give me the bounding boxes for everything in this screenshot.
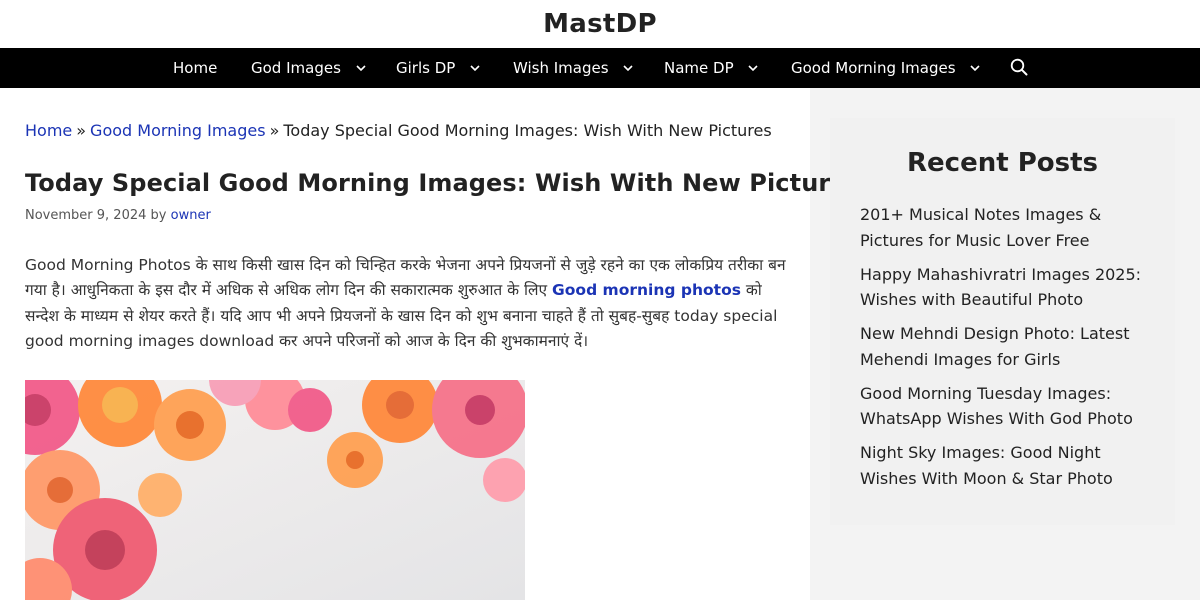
- post-title: Today Special Good Morning Images: Wish …: [25, 169, 862, 197]
- nav-item-label: Name DP: [664, 59, 734, 77]
- breadcrumb-category-link[interactable]: Good Morning Images: [90, 121, 266, 140]
- recent-posts-title: Recent Posts: [907, 148, 1098, 178]
- main-content: Home» Good Morning Images» Today Special G…: [0, 88, 861, 600]
- post-meta: November 9, 2024 by owner: [25, 208, 211, 223]
- recent-post-link[interactable]: Night Sky Images: Good Night Wishes With…: [860, 440, 1155, 491]
- nav-item-girls-dp[interactable]: Girls DP: [396, 48, 480, 88]
- breadcrumb-separator: »: [269, 121, 280, 140]
- nav-item-label: Wish Images: [513, 59, 609, 77]
- main-navigation: Home God Images Girls DP Wish Images Nam…: [0, 48, 1200, 88]
- post-body: Good Morning Photos के साथ किसी खास दिन …: [25, 253, 793, 354]
- recent-post-link[interactable]: Happy Mahashivratri Images 2025: Wishes …: [860, 262, 1155, 313]
- chevron-down-icon: [470, 47, 480, 87]
- breadcrumb-home-link[interactable]: Home: [25, 121, 72, 140]
- breadcrumb-current: Today Special Good Morning Images: Wish …: [283, 121, 772, 140]
- post-date: November 9, 2024: [25, 208, 147, 223]
- nav-item-home[interactable]: Home: [173, 48, 217, 88]
- post-author-link[interactable]: owner: [171, 208, 211, 223]
- breadcrumb-separator: »: [76, 121, 87, 140]
- nav-item-label: Good Morning Images: [791, 59, 956, 77]
- good-morning-photos-link[interactable]: Good morning photos: [552, 281, 741, 299]
- recent-posts-list: 201+ Musical Notes Images & Pictures for…: [860, 202, 1155, 500]
- recent-post-link[interactable]: New Mehndi Design Photo: Latest Mehendi …: [860, 321, 1155, 372]
- chevron-down-icon: [970, 47, 980, 87]
- nav-item-label: Home: [173, 59, 218, 77]
- featured-image[interactable]: [25, 380, 525, 600]
- breadcrumb: Home» Good Morning Images» Today Special G…: [25, 121, 772, 140]
- nav-item-wish-images[interactable]: Wish Images: [513, 48, 633, 88]
- sidebar: Recent Posts 201+ Musical Notes Images &…: [830, 118, 1175, 525]
- recent-post-link[interactable]: 201+ Musical Notes Images & Pictures for…: [860, 202, 1155, 253]
- post-by-label: by: [150, 208, 167, 223]
- site-title[interactable]: MastDP: [543, 0, 657, 48]
- nav-item-name-dp[interactable]: Name DP: [664, 48, 758, 88]
- site-header: MastDP: [0, 0, 1200, 48]
- recent-post-link[interactable]: Good Morning Tuesday Images: WhatsApp Wi…: [860, 381, 1155, 432]
- nav-item-god-images[interactable]: God Images: [251, 48, 366, 88]
- chevron-down-icon: [623, 47, 633, 87]
- chevron-down-icon: [356, 47, 366, 87]
- search-icon[interactable]: [1010, 58, 1030, 78]
- nav-item-label: Girls DP: [396, 59, 456, 77]
- nav-item-label: God Images: [251, 59, 341, 77]
- chevron-down-icon: [748, 47, 758, 87]
- nav-item-good-morning-images[interactable]: Good Morning Images: [791, 48, 980, 88]
